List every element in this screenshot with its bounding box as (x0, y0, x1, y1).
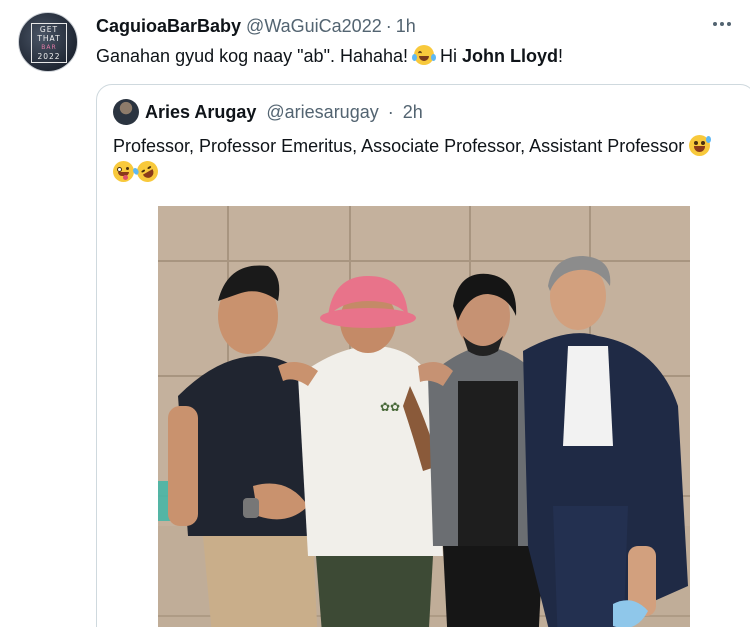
quoted-timestamp[interactable]: 2h (403, 102, 423, 122)
zany-face-icon (113, 161, 134, 182)
user-handle[interactable]: @WaGuiCa2022 (246, 16, 382, 37)
avatar-text-line: GET (39, 25, 59, 34)
mentioned-name: John Lloyd (462, 46, 559, 66)
svg-text:✿✿: ✿✿ (380, 400, 400, 414)
avatar-logo: GET THAT BAR 2022 (31, 23, 67, 63)
tweet-text-part: ! (558, 46, 564, 66)
rolling-on-the-floor-laughing-icon (131, 157, 162, 186)
quoted-header: Aries Arugay @ariesarugay · 2h (145, 102, 423, 123)
display-name[interactable]: CaguioaBarBaby (96, 16, 241, 37)
avatar-text-line: 2022 (37, 52, 61, 61)
group-photo-image: ✿✿ (158, 206, 690, 627)
tweet-photo[interactable]: ✿✿ (158, 206, 690, 627)
quoted-handle[interactable]: @ariesarugay (266, 102, 378, 122)
avatar-text-line: THAT (37, 34, 61, 43)
separator: · (385, 16, 392, 36)
tweet-header: CaguioaBarBaby @WaGuiCa2022 · 1h (96, 16, 416, 37)
avatar[interactable]: GET THAT BAR 2022 (18, 12, 78, 72)
timestamp[interactable]: 1h (396, 16, 416, 37)
tweet-text: Ganahan gyud kog naay "ab". Hahaha! Hi J… (96, 45, 563, 67)
separator: · (387, 102, 394, 122)
quoted-text: Professor, Professor Emeritus, Associate… (113, 133, 733, 186)
tweet-text-part: Hi (435, 46, 463, 66)
avatar-text-line: BAR (41, 44, 57, 51)
tweet[interactable]: GET THAT BAR 2022 CaguioaBarBaby @WaGuiC… (0, 0, 750, 627)
quoted-display-name[interactable]: Aries Arugay (145, 102, 256, 122)
face-with-tears-of-joy-icon (412, 45, 437, 65)
quoted-avatar[interactable] (113, 99, 139, 125)
more-options-icon[interactable] (708, 14, 736, 34)
quoted-tweet[interactable]: Aries Arugay @ariesarugay · 2h Professor… (96, 84, 750, 627)
quoted-text-body: Professor, Professor Emeritus, Associate… (113, 136, 685, 156)
tweet-text-part: Ganahan gyud kog naay "ab". Hahaha! (96, 46, 414, 66)
grinning-face-with-sweat-icon (689, 135, 712, 156)
